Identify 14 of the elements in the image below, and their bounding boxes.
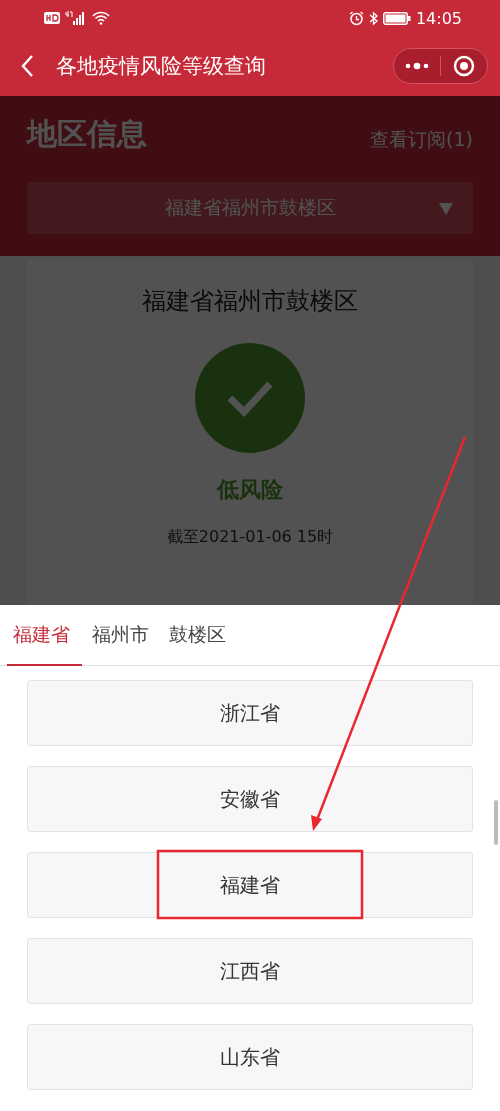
- clock-time: 14:05: [415, 8, 462, 28]
- province-option[interactable]: 江西省: [27, 938, 473, 1004]
- province-option[interactable]: 福建省: [27, 852, 473, 918]
- card-region-title: 福建省福州市鼓楼区: [142, 286, 358, 317]
- province-option[interactable]: 浙江省: [27, 680, 473, 746]
- province-option[interactable]: 安徽省: [27, 766, 473, 832]
- risk-level: 低风险: [217, 476, 283, 504]
- page-title: 各地疫情风险等级查询: [56, 53, 267, 80]
- section-heading: 地区信息: [27, 114, 147, 153]
- province-option[interactable]: 山东省: [27, 1024, 473, 1090]
- region-tab[interactable]: 福建省: [7, 605, 82, 666]
- region-tab[interactable]: 福州市: [82, 605, 159, 666]
- region-tab[interactable]: 鼓楼区: [159, 605, 236, 666]
- update-time: 截至2021-01-06 15时: [166, 527, 334, 548]
